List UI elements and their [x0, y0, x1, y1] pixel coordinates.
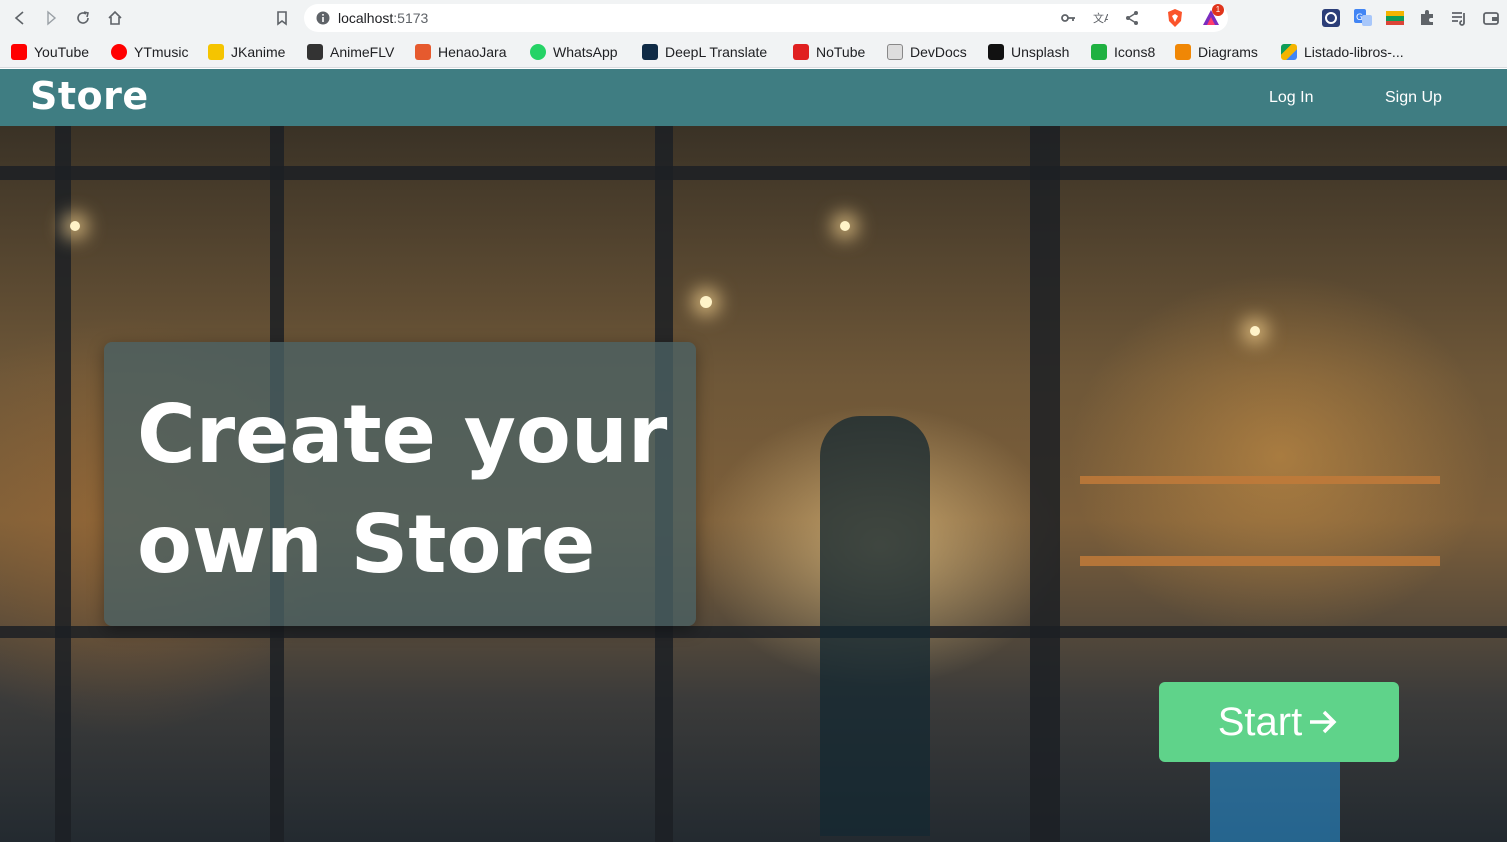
key-icon[interactable]: [1060, 10, 1076, 26]
animeflv-icon: [307, 44, 323, 60]
lamp: [700, 296, 712, 308]
ytmusic-icon: [111, 44, 127, 60]
bookmark-icons8[interactable]: Icons8: [1091, 42, 1155, 62]
brave-rewards-icon[interactable]: 1: [1200, 4, 1224, 28]
shelf: [1080, 476, 1440, 484]
wallet-icon[interactable]: [1482, 9, 1500, 27]
media-queue-icon[interactable]: [1450, 9, 1468, 27]
login-link[interactable]: Log In: [1269, 89, 1313, 107]
google-drive-icon: [1281, 44, 1297, 60]
svg-text:文A: 文A: [1093, 11, 1108, 25]
bookmark-label: AnimeFLV: [330, 44, 395, 60]
bookmarks-bar: YouTube YTmusic JKanime AnimeFLV HenaoJa…: [0, 36, 1507, 68]
bookmark-label: DevDocs: [910, 44, 967, 60]
bookmark-label: Diagrams: [1198, 44, 1258, 60]
back-icon[interactable]: [8, 6, 32, 30]
deepl-icon: [642, 44, 658, 60]
bookmark-label: YouTube: [34, 44, 90, 60]
url-text[interactable]: localhost:5173: [338, 10, 428, 26]
lamp: [840, 221, 850, 231]
bookmark-youtube[interactable]: YouTube: [11, 42, 89, 62]
address-bar[interactable]: localhost:5173 文A: [304, 4, 1228, 32]
hero-title-card: Create your own Store: [104, 342, 696, 626]
unsplash-icon: [988, 44, 1004, 60]
share-icon[interactable]: [1124, 10, 1140, 26]
hero-background: Create your own Store Start: [0, 126, 1507, 842]
bookmark-listado-libros[interactable]: Listado-libros-...: [1281, 42, 1404, 62]
shelf: [1080, 556, 1440, 566]
bookmark-label: DeepL Translate: [665, 44, 768, 60]
whatsapp-icon: [530, 44, 546, 60]
site-info-icon[interactable]: [316, 11, 330, 25]
window-frame: [0, 626, 1507, 638]
forward-icon[interactable]: [39, 6, 63, 30]
home-icon[interactable]: [103, 6, 127, 30]
bookmark-label: Icons8: [1114, 44, 1156, 60]
url-host: localhost: [338, 10, 394, 26]
lamp: [70, 221, 80, 231]
arrow-right-icon: [1310, 710, 1337, 734]
devdocs-icon: [887, 44, 903, 60]
bookmark-diagrams[interactable]: Diagrams: [1175, 42, 1258, 62]
henaojara-icon: [415, 44, 431, 60]
bookmark-devdocs[interactable]: DevDocs: [887, 42, 967, 62]
puzzle-icon[interactable]: [1418, 9, 1436, 27]
youtube-icon: [11, 44, 27, 60]
bookmark-whatsapp[interactable]: WhatsApp: [530, 42, 618, 62]
extension-translate-icon[interactable]: G: [1354, 9, 1372, 27]
window-frame: [0, 166, 1507, 180]
person-silhouette: [820, 416, 930, 836]
bookmark-label: WhatsApp: [553, 44, 618, 60]
app-navbar: Store Log In Sign Up: [0, 69, 1507, 126]
bookmark-notube[interactable]: NoTube: [793, 42, 865, 62]
signup-link[interactable]: Sign Up: [1385, 89, 1442, 107]
extension-1-icon[interactable]: [1322, 9, 1340, 27]
bookmark-label: Unsplash: [1011, 44, 1070, 60]
extension-color-icon[interactable]: [1386, 9, 1404, 27]
bookmark-animeflv[interactable]: AnimeFLV: [307, 42, 394, 62]
notube-icon: [793, 44, 809, 60]
lamp: [1250, 326, 1260, 336]
bookmark-label: JKanime: [231, 44, 286, 60]
bookmark-ytmusic[interactable]: YTmusic: [111, 42, 188, 62]
brave-shield-icon[interactable]: [1165, 8, 1185, 28]
start-button-label: Start: [1217, 699, 1303, 744]
bookmark-henaojara[interactable]: HenaoJara: [415, 42, 507, 62]
bookmark-jkanime[interactable]: JKanime: [208, 42, 285, 62]
bookmark-icon[interactable]: [270, 6, 294, 30]
bookmark-deepl[interactable]: DeepL Translate: [642, 42, 767, 62]
jkanime-icon: [208, 44, 224, 60]
rewards-badge: 1: [1212, 4, 1224, 16]
start-button[interactable]: Start: [1159, 682, 1399, 762]
brand-logo[interactable]: Store: [30, 74, 149, 118]
translate-icon[interactable]: 文A: [1092, 10, 1108, 26]
app-page: Store Log In Sign Up Create your own Sto…: [0, 69, 1507, 842]
bookmark-unsplash[interactable]: Unsplash: [988, 42, 1069, 62]
bookmark-label: HenaoJara: [438, 44, 507, 60]
window-frame: [1030, 126, 1060, 842]
icons8-icon: [1091, 44, 1107, 60]
browser-toolbar: localhost:5173 文A 1 G: [0, 0, 1507, 36]
window-frame: [55, 126, 71, 842]
url-port: :5173: [393, 10, 429, 26]
bookmark-label: NoTube: [816, 44, 866, 60]
bookmark-label: Listado-libros-...: [1304, 44, 1404, 60]
reload-icon[interactable]: [71, 6, 95, 30]
svg-text:G: G: [1356, 13, 1363, 23]
bookmark-label: YTmusic: [134, 44, 189, 60]
hero-title: Create your own Store: [137, 388, 668, 591]
diagrams-icon: [1175, 44, 1191, 60]
